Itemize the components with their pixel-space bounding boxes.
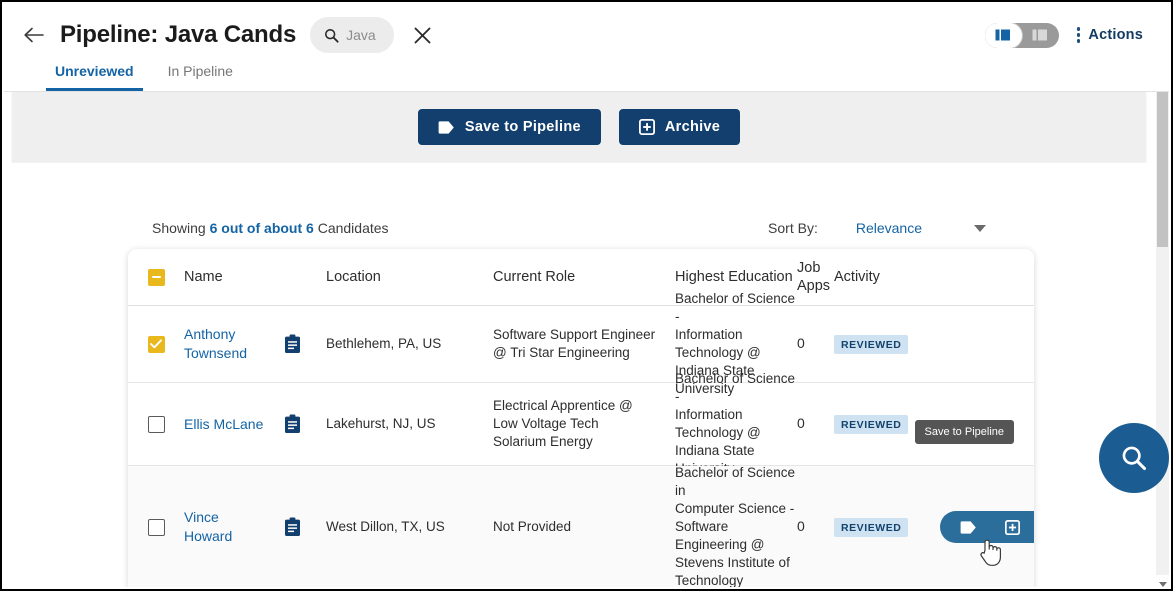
row-checkbox[interactable] xyxy=(147,415,165,433)
candidate-job-apps: 0 xyxy=(797,335,805,351)
select-all-checkbox[interactable] xyxy=(147,268,165,286)
close-icon[interactable] xyxy=(410,22,436,48)
archive-box-icon xyxy=(638,119,655,135)
showing-count-text: Showing 6 out of about 6 Candidates xyxy=(152,220,389,236)
row-checkbox[interactable] xyxy=(147,518,165,536)
select-all-cell xyxy=(128,268,184,286)
candidate-name-link[interactable]: Anthony xyxy=(184,325,284,344)
candidate-job-apps: 0 xyxy=(797,415,805,431)
column-header-education: Highest Education xyxy=(675,269,793,285)
table-row[interactable]: Anthony Townsend Bethlehem, PA, US Softw… xyxy=(128,291,1034,396)
candidate-education: Bachelor of Science - Information Technol… xyxy=(675,371,796,476)
list-view-icon[interactable] xyxy=(984,22,1022,48)
grid-view-icon[interactable] xyxy=(1022,23,1059,48)
showing-prefix: Showing xyxy=(152,220,210,236)
candidate-location: Lakehurst, NJ, US xyxy=(326,416,436,431)
resume-document-icon[interactable] xyxy=(284,517,301,537)
candidate-name-link[interactable]: Vince xyxy=(184,508,284,527)
row-checkbox[interactable] xyxy=(147,335,165,353)
floating-search-button[interactable] xyxy=(1099,423,1169,493)
status-badge: REVIEWED xyxy=(834,517,909,537)
candidate-role: Electrical Apprentice @ Low Voltage Tech S… xyxy=(493,398,633,449)
showing-suffix: Candidates xyxy=(313,220,389,236)
candidate-name-link-2[interactable]: Howard xyxy=(184,527,284,546)
candidate-role: Software Support Engineer @ Tri Star Engi… xyxy=(493,327,656,360)
pointer-hand-cursor-icon xyxy=(978,537,1002,567)
row-hover-actions xyxy=(940,511,1034,566)
tab-in-pipeline[interactable]: In Pipeline xyxy=(159,63,242,91)
archive-label: Archive xyxy=(664,119,721,135)
column-header-name: Name xyxy=(184,269,223,285)
archive-button[interactable]: Archive xyxy=(618,109,741,145)
tab-unreviewed[interactable]: Unreviewed xyxy=(46,63,143,91)
back-arrow-icon[interactable] xyxy=(20,21,48,49)
actions-label: Actions xyxy=(1088,27,1143,43)
candidate-name-link-2[interactable]: Townsend xyxy=(184,344,284,363)
showing-count-value: 6 out of about 6 xyxy=(209,220,314,236)
search-chip-text: Java xyxy=(346,27,376,43)
bulk-action-bar: Save to Pipeline Archive xyxy=(12,92,1146,162)
status-badge: REVIEWED xyxy=(834,414,909,434)
tab-bar: Unreviewed In Pipeline xyxy=(46,63,258,91)
sort-by-value[interactable]: Relevance xyxy=(856,220,922,236)
column-header-location: Location xyxy=(326,269,381,285)
candidate-role: Not Provided xyxy=(493,519,572,534)
actions-menu-button[interactable]: Actions xyxy=(1076,27,1143,43)
table-header-row: Name Location Current Role Highest Educa… xyxy=(128,249,1034,306)
scroll-down-arrow-icon[interactable] xyxy=(1159,582,1167,587)
table-row[interactable]: Ellis McLane Lakehurst, NJ, US Electrica… xyxy=(128,371,1034,476)
page-header: Pipeline: Java Cands Java Actions Unrevi… xyxy=(4,4,1169,92)
kebab-menu-icon xyxy=(1076,27,1081,43)
row-archive-button[interactable] xyxy=(999,514,1025,540)
vertical-scrollbar[interactable] xyxy=(1156,92,1169,587)
search-chip[interactable]: Java xyxy=(310,17,394,53)
candidate-name-link[interactable]: Ellis McLane xyxy=(184,415,284,434)
table-row[interactable]: Vince Howard West Dillon, TX, US Not Pro… xyxy=(128,420,1034,587)
chevron-down-icon[interactable] xyxy=(974,224,986,232)
page-title: Pipeline: Java Cands xyxy=(60,21,297,48)
tag-icon xyxy=(438,120,454,134)
resume-document-icon[interactable] xyxy=(284,414,301,434)
resume-document-icon[interactable] xyxy=(284,334,301,354)
column-header-job-apps: Job Apps xyxy=(797,260,831,294)
candidate-job-apps: 0 xyxy=(797,518,805,534)
save-to-pipeline-button[interactable]: Save to Pipeline xyxy=(417,109,601,145)
search-icon xyxy=(325,28,339,43)
row-save-to-pipeline-button[interactable] xyxy=(955,514,981,540)
check-icon xyxy=(150,339,162,349)
candidate-location: Bethlehem, PA, US xyxy=(326,336,442,351)
candidate-location: West Dillon, TX, US xyxy=(326,519,445,534)
archive-box-icon xyxy=(1004,519,1020,535)
sort-by-label: Sort By: xyxy=(768,220,818,236)
search-icon xyxy=(1122,446,1147,471)
scrollbar-thumb[interactable] xyxy=(1157,92,1168,247)
candidate-education: Bachelor of Science in Computer Science -… xyxy=(675,465,796,587)
sort-by-control: Sort By: Relevance xyxy=(768,220,986,236)
view-mode-toggle[interactable] xyxy=(984,22,1059,48)
column-header-current-role: Current Role xyxy=(493,269,576,285)
results-summary-row: Showing 6 out of about 6 Candidates Sort… xyxy=(4,215,1169,241)
column-header-activity: Activity xyxy=(834,269,880,285)
app-window: Pipeline: Java Cands Java Actions Unrevi… xyxy=(0,0,1173,591)
tag-icon xyxy=(960,520,976,534)
status-badge: REVIEWED xyxy=(834,334,909,354)
candidates-table: Name Location Current Role Highest Educa… xyxy=(128,249,1034,587)
save-to-pipeline-tooltip: Save to Pipeline xyxy=(914,420,1014,444)
results-panel: Showing 6 out of about 6 Candidates Sort… xyxy=(4,163,1169,587)
save-to-pipeline-label: Save to Pipeline xyxy=(464,119,581,135)
